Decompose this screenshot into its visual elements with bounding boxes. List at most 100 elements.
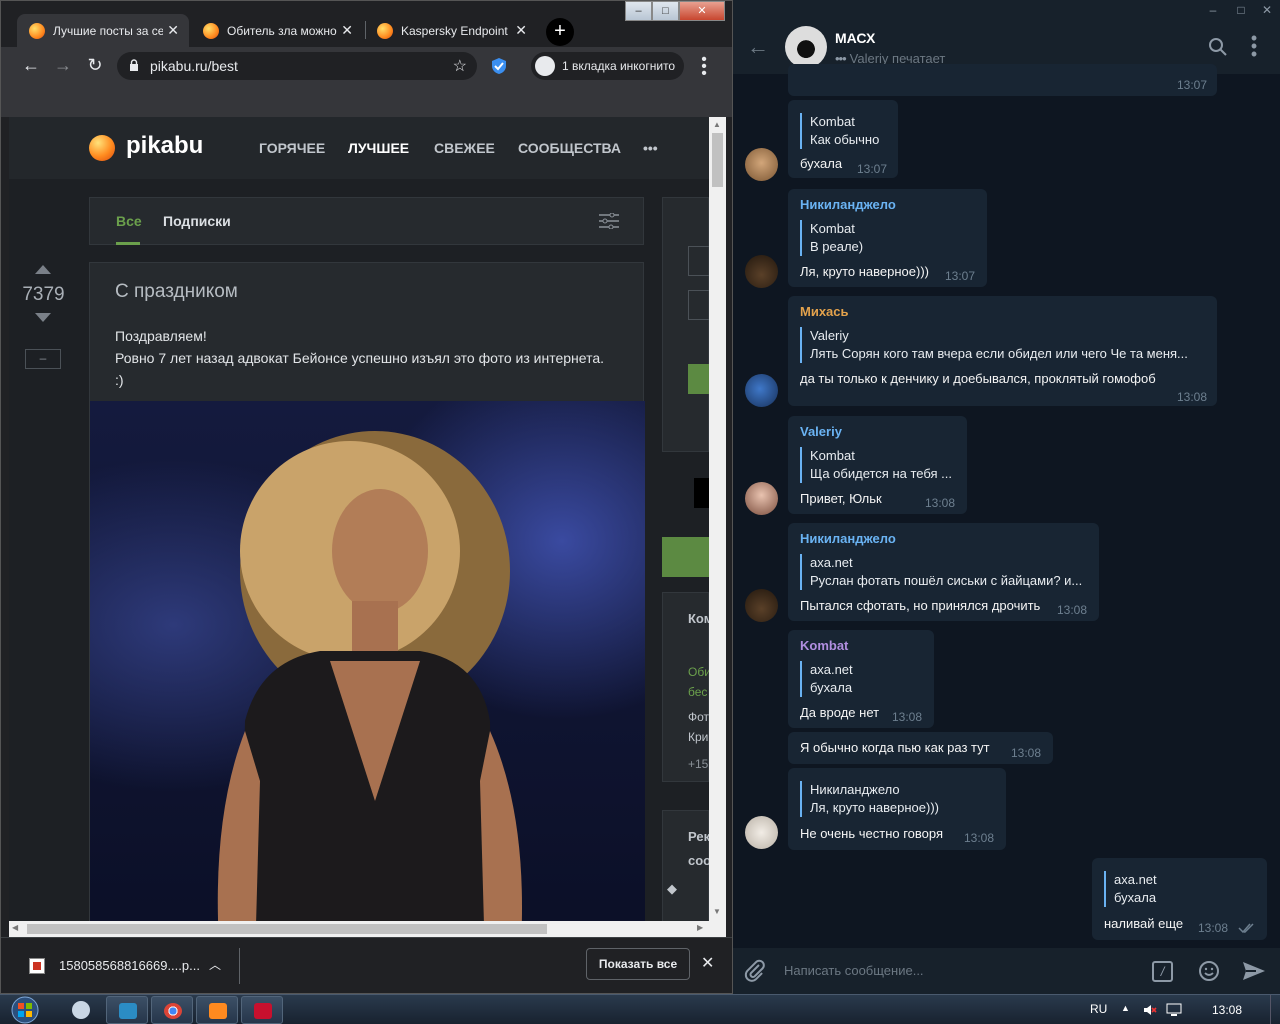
scroll-right-arrow-icon[interactable]: ▶ <box>697 923 703 932</box>
sidebar-input[interactable] <box>688 290 709 320</box>
emoji-icon[interactable] <box>1198 960 1220 982</box>
back-arrow-icon[interactable]: ← <box>747 34 769 60</box>
upvote-arrow-icon[interactable] <box>35 265 51 274</box>
tab-evil-abode[interactable]: Обитель зла можно ✕ <box>191 14 363 47</box>
search-icon[interactable] <box>1207 36 1229 58</box>
nav-best[interactable]: ЛУЧШЕЕ <box>348 140 409 156</box>
sidebar-input[interactable] <box>688 246 709 276</box>
reply-quote[interactable]: axa.net бухала <box>1104 871 1157 907</box>
taskbar-app-pikabu[interactable] <box>196 996 238 1024</box>
sender-name[interactable]: Никиланджело <box>800 197 896 212</box>
close-button[interactable]: ✕ <box>679 1 725 21</box>
sender-name[interactable]: Михась <box>800 304 849 319</box>
incognito-indicator[interactable]: 1 вкладка инкогнито <box>531 52 684 80</box>
show-desktop-button[interactable] <box>1270 995 1280 1024</box>
scrollbar-thumb[interactable] <box>27 924 547 934</box>
network-icon[interactable] <box>1166 1003 1182 1017</box>
nav-more-icon[interactable]: ••• <box>643 140 658 156</box>
taskbar-app-acrobat[interactable] <box>241 996 283 1024</box>
download-filename[interactable]: 158058568816669....p... <box>59 958 200 973</box>
bot-command-icon[interactable]: / <box>1152 961 1173 982</box>
bookmark-star-icon[interactable]: ☆ <box>453 56 467 76</box>
reply-quote[interactable]: Kombat Ща обидется на тебя ... <box>800 447 960 483</box>
reply-quote[interactable]: axa.net Руслан фотать пошёл сиськи с йай… <box>800 554 1090 590</box>
chat-name[interactable]: МАСХ <box>835 30 875 46</box>
nav-fresh[interactable]: СВЕЖЕЕ <box>434 140 495 156</box>
maximize-button[interactable]: □ <box>1233 3 1249 17</box>
new-tab-button[interactable]: + <box>546 18 574 46</box>
filter-subscriptions[interactable]: Подписки <box>163 213 231 229</box>
taskbar-app-telegram[interactable] <box>106 996 148 1024</box>
message-input[interactable]: Написать сообщение... <box>784 963 924 978</box>
close-tab-icon[interactable]: ✕ <box>167 22 179 39</box>
tab-kaspersky[interactable]: Kaspersky Endpoint Security ✕ <box>365 14 537 47</box>
more-vertical-icon[interactable]: • • • <box>1249 29 1259 63</box>
address-bar[interactable]: pikabu.ru/best ☆ <box>117 52 477 80</box>
paint-bucket-icon[interactable]: ◆ <box>667 881 677 897</box>
send-icon[interactable] <box>1241 960 1267 982</box>
nav-hot[interactable]: ГОРЯЧЕЕ <box>259 140 325 156</box>
volume-muted-icon[interactable] <box>1143 1003 1157 1017</box>
community-link[interactable]: Оби <box>688 665 709 679</box>
vk-icon[interactable] <box>694 478 709 508</box>
sender-name[interactable]: Valeriy <box>800 424 842 439</box>
downvote-arrow-icon[interactable] <box>35 313 51 322</box>
reply-quote[interactable]: axa.net бухала <box>800 661 853 697</box>
sender-avatar[interactable] <box>745 374 778 407</box>
pikabu-logo-icon[interactable] <box>89 135 115 161</box>
pikabu-logo-text[interactable]: pikabu <box>126 132 203 160</box>
sender-avatar[interactable] <box>745 148 778 181</box>
community-link[interactable]: бес <box>688 685 709 699</box>
browser-menu-icon[interactable]: • • • <box>699 52 709 82</box>
chevron-up-icon[interactable]: ︿ <box>209 956 221 973</box>
sender-avatar[interactable] <box>745 589 778 622</box>
horizontal-scrollbar[interactable]: ◀ ▶ <box>9 921 726 937</box>
sender-name[interactable]: Kombat <box>800 638 848 653</box>
scrollbar-thumb[interactable] <box>712 133 723 187</box>
clock[interactable]: 13:08 <box>1212 1003 1242 1017</box>
sender-avatar[interactable] <box>745 816 778 849</box>
forward-arrow-icon[interactable]: → <box>51 53 75 77</box>
reply-quote[interactable]: Kombat Как обычно <box>800 113 879 149</box>
minimize-button[interactable]: – <box>1205 3 1221 17</box>
sender-avatar[interactable] <box>745 482 778 515</box>
back-arrow-icon[interactable]: ← <box>19 53 43 77</box>
chat-avatar[interactable] <box>785 26 827 68</box>
reload-icon[interactable]: ↻ <box>83 53 107 77</box>
tab-best-posts[interactable]: Лучшие посты за сегодня ✕ <box>17 14 189 47</box>
scroll-left-arrow-icon[interactable]: ◀ <box>12 923 18 932</box>
language-indicator[interactable]: RU <box>1090 1002 1107 1016</box>
show-all-downloads-button[interactable]: Показать все <box>586 948 690 980</box>
scroll-up-arrow-icon[interactable]: ▲ <box>713 120 721 129</box>
settings-sliders-icon[interactable] <box>599 213 619 229</box>
sidebar-button[interactable] <box>688 364 709 394</box>
taskbar-app-chrome[interactable] <box>151 996 193 1024</box>
reply-quote[interactable]: Kombat В реале) <box>800 220 863 256</box>
kaspersky-shield-icon[interactable] <box>490 57 508 75</box>
message-list[interactable]: 13:07 Kombat Как обычно бухала 13:07 Ник… <box>733 64 1280 948</box>
vertical-scrollbar[interactable]: ▲ ▼ <box>709 117 726 921</box>
sender-name[interactable]: Никиланджело <box>800 531 896 546</box>
close-tab-icon[interactable]: ✕ <box>515 22 527 39</box>
quick-launch-icon[interactable] <box>72 1001 90 1019</box>
scroll-down-arrow-icon[interactable]: ▼ <box>713 907 721 916</box>
collapse-post-button[interactable]: – <box>25 349 61 369</box>
reply-quote[interactable]: Никиланджело Ля, круто наверное))) <box>800 781 939 817</box>
sender-avatar[interactable] <box>745 255 778 288</box>
windows-start-icon[interactable] <box>6 995 44 1024</box>
maximize-button[interactable]: □ <box>652 1 679 21</box>
lock-icon[interactable] <box>129 59 139 71</box>
nav-communities[interactable]: СООБЩЕСТВА <box>518 140 621 156</box>
paperclip-icon[interactable] <box>743 959 767 983</box>
close-tab-icon[interactable]: ✕ <box>341 22 353 39</box>
post-image[interactable] <box>90 401 645 921</box>
sidebar-green-button[interactable] <box>662 537 709 577</box>
url-text[interactable]: pikabu.ru/best <box>150 58 238 74</box>
post-title[interactable]: С праздником <box>115 281 238 303</box>
minimize-button[interactable]: – <box>625 1 652 21</box>
close-button[interactable]: ✕ <box>1259 3 1275 17</box>
reply-quote[interactable]: Valeriy Лять Сорян кого там вчера если о… <box>800 327 1205 363</box>
close-downloads-icon[interactable]: ✕ <box>701 953 714 973</box>
filter-all[interactable]: Все <box>116 213 142 229</box>
pdf-file-icon[interactable] <box>29 958 45 974</box>
